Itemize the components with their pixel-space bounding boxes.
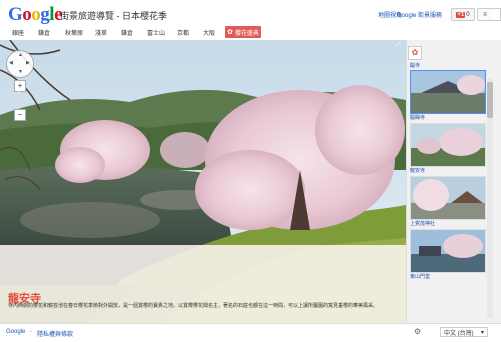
zoom-out-button[interactable]: −	[14, 109, 26, 121]
chevron-down-icon: ▾	[480, 329, 484, 336]
site-title: 街景旅遊導覽 - 日本櫻花季	[60, 11, 167, 21]
thumbnail-ryoanji[interactable]	[410, 123, 486, 167]
logo-letter-g1: G	[8, 4, 23, 25]
language-value: 中文 (台灣)	[444, 330, 474, 337]
nav-item-asakusa[interactable]: 淺草	[95, 28, 107, 37]
thumbnail-daigoji[interactable]	[410, 70, 486, 114]
sakura-festival-button[interactable]: ✿ 櫻花盛典	[225, 26, 261, 38]
sakura-tab-icon[interactable]: ✿	[408, 46, 422, 60]
share-icon: ≡	[483, 11, 487, 18]
nav-item-kyoto[interactable]: 京都	[177, 28, 189, 37]
thumb-top-label[interactable]: 醍寺	[410, 62, 420, 69]
sakura-icon: ✿	[227, 29, 233, 36]
nav-item-ginza[interactable]: 銀座	[12, 28, 24, 37]
city-nav: 銀座 鎌倉 秋葉原 淺草 鎌倉 富士山 京都 大阪 ✿ 櫻花盛典	[0, 26, 501, 40]
thumbnail-label-daigoji[interactable]: 醍醐寺	[410, 114, 425, 121]
pan-down-icon[interactable]: ▼	[18, 70, 23, 75]
gplus-icon: +1	[456, 11, 466, 18]
place-info-overlay	[0, 245, 406, 323]
logo-letter-o1: o	[22, 4, 32, 25]
share-button[interactable]: ≡	[477, 8, 493, 21]
zoom-control: + −	[14, 80, 26, 121]
panel-scrollbar-thumb[interactable]	[487, 82, 493, 118]
nav-item-akihabara[interactable]: 秋葉原	[65, 28, 83, 37]
gplus-button[interactable]: +1 0	[451, 8, 475, 21]
fullscreen-icon[interactable]: ⤢	[396, 42, 403, 49]
pan-up-icon[interactable]: ▲	[18, 53, 23, 58]
nav-item-fuji[interactable]: 富士山	[147, 28, 165, 37]
pan-control[interactable]: ▲ ▼ ◀ ▶	[6, 50, 34, 78]
settings-gear-icon[interactable]: ⚙	[414, 327, 421, 336]
nav-item-kamakura-2[interactable]: 鎌倉	[121, 28, 133, 37]
footer-separator: -	[30, 329, 32, 335]
footer-google-link[interactable]: Google	[6, 329, 25, 335]
zoom-in-button[interactable]: +	[14, 80, 26, 92]
thumbnail-label-higashiyama[interactable]: 東山門堂	[410, 273, 430, 280]
thumbnail-image	[411, 124, 485, 166]
thumbnail-kamigamo[interactable]	[410, 176, 486, 220]
share-counter-box	[492, 8, 501, 21]
pan-right-icon[interactable]: ▶	[26, 61, 30, 66]
place-description: 寺內西側的櫻花和鏡容池在春日櫻花季節對外開放，是一個賞櫻的寶貴之地。以賞櫻櫻花聞…	[8, 303, 379, 309]
logo-letter-g2: g	[40, 4, 50, 25]
logo-letter-o2: o	[31, 4, 41, 25]
street-view-link[interactable]: Google 街景服務	[397, 10, 442, 19]
footer	[0, 323, 501, 342]
thumbnail-image	[411, 230, 485, 272]
thumbnail-higashiyama[interactable]	[410, 229, 486, 273]
thumbnail-image	[411, 177, 485, 219]
footer-privacy-link[interactable]: 隱私權與條款	[37, 329, 73, 338]
thumbnail-label-ryoanji[interactable]: 龍安寺	[410, 167, 425, 174]
zoom-track[interactable]	[18, 91, 20, 108]
language-select[interactable]: 中文 (台灣) ▾	[440, 327, 488, 337]
pan-left-icon[interactable]: ◀	[9, 61, 13, 66]
nav-item-osaka[interactable]: 大阪	[203, 28, 215, 37]
nav-item-kamakura[interactable]: 鎌倉	[38, 28, 50, 37]
gplus-count: 0	[466, 11, 470, 18]
sakura-label: 櫻花盛典	[234, 30, 259, 37]
thumbnail-label-kamigamo[interactable]: 上賀茂神社	[410, 220, 435, 227]
thumbnail-image	[411, 71, 485, 113]
google-logo[interactable]: Google	[8, 4, 62, 25]
